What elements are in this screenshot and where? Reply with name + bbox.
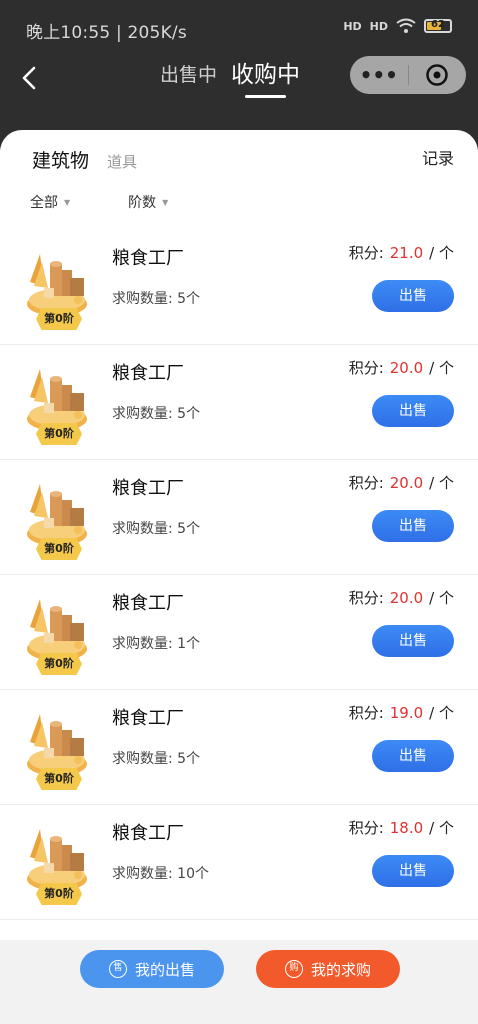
item-name: 粮食工厂 [112,708,184,729]
tab-selling[interactable]: 出售中 [160,62,217,88]
buy-quantity: 求购数量: 1个 [112,636,201,652]
points-unit: / 个 [429,819,454,837]
caret-down-icon: ▼ [162,197,169,207]
building-thumbnail: 第0阶 [22,472,92,560]
sell-button[interactable]: 出售 [372,395,454,427]
points-value: 20.0 [389,589,424,607]
tab-buildings[interactable]: 建筑物 [32,146,89,173]
buy-quantity: 求购数量: 5个 [112,751,201,767]
tier-badge: 第0阶 [36,883,82,905]
list-item: 第0阶 粮食工厂 求购数量: 1个 积分: 20.0 / 个 出售 [0,575,478,690]
list-item: 第0阶 粮食工厂 求购数量: 5个 积分: 19.0 / 个 出售 [0,690,478,805]
my-sell-button[interactable]: 售 我的出售 [80,950,224,988]
points-value: 18.0 [389,819,424,837]
points-unit: / 个 [429,589,454,607]
list-item: 第0阶 粮食工厂 求购数量: 5个 积分: 20.0 / 个 出售 [0,345,478,460]
filter-all-label: 全部 [30,195,58,211]
status-time: 晚上10:55 | 205K/s [26,23,187,43]
signal-icon-2: HD [369,19,388,33]
filter-tier-label: 阶数 [128,195,157,211]
points-price: 积分: 18.0 / 个 [349,817,454,838]
tab-props[interactable]: 道具 [107,151,137,172]
points-label: 积分: [348,359,384,377]
back-arrow-icon[interactable] [16,64,44,92]
bottom-actions: 售 我的出售 购 我的求购 [0,940,478,1004]
tier-badge: 第0阶 [36,308,82,330]
buy-icon: 购 [284,960,303,978]
points-label: 积分: [348,819,384,837]
building-thumbnail: 第0阶 [22,357,92,445]
tier-badge: 第0阶 [36,653,82,675]
building-thumbnail: 第0阶 [22,702,92,790]
my-buy-button[interactable]: 购 我的求购 [256,950,400,988]
list-item: 第0阶 粮食工厂 求购数量: 10个 积分: 18.0 / 个 出售 [0,805,478,920]
item-name: 粮食工厂 [112,478,184,499]
points-value: 20.0 [389,359,424,377]
tab-buying[interactable]: 收购中 [231,62,300,98]
building-thumbnail: 第0阶 [22,587,92,675]
points-value: 19.0 [389,704,424,722]
points-price: 积分: 19.0 / 个 [349,702,454,723]
buy-order-list: 第0阶 粮食工厂 求购数量: 5个 积分: 21.0 / 个 出售 第0阶 粮食工… [0,230,478,920]
list-item: 第0阶 粮食工厂 求购数量: 5个 积分: 21.0 / 个 出售 [0,230,478,345]
item-name: 粮食工厂 [112,823,184,844]
record-link[interactable]: 记录 [422,145,454,169]
item-name: 粮食工厂 [112,363,184,384]
navbar: 出售中 收购中 ••• [0,56,478,106]
tier-badge: 第0阶 [36,538,82,560]
my-buy-label: 我的求购 [310,960,371,979]
buy-quantity: 求购数量: 10个 [112,866,209,882]
list-item: 第0阶 粮食工厂 求购数量: 5个 积分: 20.0 / 个 出售 [0,460,478,575]
tier-badge: 第0阶 [36,423,82,445]
buy-quantity: 求购数量: 5个 [112,291,201,307]
item-name: 粮食工厂 [112,248,184,269]
points-value: 20.0 [389,474,424,492]
battery-icon: 62 [424,19,452,33]
status-bar: 晚上10:55 | 205K/s HD HD 62 [0,0,478,56]
filter-bar: 全部 ▼ 阶数 ▼ [30,192,168,212]
my-sell-label: 我的出售 [134,960,195,979]
buy-quantity: 求购数量: 5个 [112,406,201,422]
points-value: 21.0 [389,244,424,262]
filter-all[interactable]: 全部 ▼ [30,192,70,212]
building-thumbnail: 第0阶 [22,817,92,905]
caret-down-icon: ▼ [64,197,71,207]
filter-tier[interactable]: 阶数 ▼ [128,192,168,212]
sell-icon: 售 [108,960,127,978]
points-price: 积分: 20.0 / 个 [349,472,454,493]
points-label: 积分: [348,244,384,262]
points-label: 积分: [348,474,384,492]
mini-program-capsule: ••• [350,56,466,94]
more-options-icon[interactable]: ••• [350,63,408,87]
tier-badge: 第0阶 [36,768,82,790]
close-target-icon[interactable] [408,63,466,87]
sell-button[interactable]: 出售 [372,740,454,772]
item-name: 粮食工厂 [112,593,184,614]
home-indicator-area [0,1004,478,1024]
market-tabs: 出售中 收购中 [160,62,300,98]
sell-button[interactable]: 出售 [372,510,454,542]
buy-quantity: 求购数量: 5个 [112,521,201,537]
points-price: 积分: 21.0 / 个 [349,242,454,263]
sell-button[interactable]: 出售 [372,625,454,657]
category-tabs: 建筑物 道具 [32,146,137,173]
points-unit: / 个 [429,359,454,377]
points-label: 积分: [348,704,384,722]
points-unit: / 个 [429,704,454,722]
points-price: 积分: 20.0 / 个 [349,357,454,378]
sell-button[interactable]: 出售 [372,855,454,887]
top-dark-header: 晚上10:55 | 205K/s HD HD 62 出售中 收购中 ••• [0,0,478,150]
wifi-icon [396,18,416,33]
main-panel: 建筑物 道具 记录 全部 ▼ 阶数 ▼ 第0阶 粮食工厂 求购数量: 5个 积分… [0,130,478,940]
sell-button[interactable]: 出售 [372,280,454,312]
points-unit: / 个 [429,474,454,492]
signal-icon: HD [343,19,362,33]
building-thumbnail: 第0阶 [22,242,92,330]
points-unit: / 个 [429,244,454,262]
points-label: 积分: [348,589,384,607]
status-icons: HD HD 62 [343,18,452,34]
points-price: 积分: 20.0 / 个 [349,587,454,608]
